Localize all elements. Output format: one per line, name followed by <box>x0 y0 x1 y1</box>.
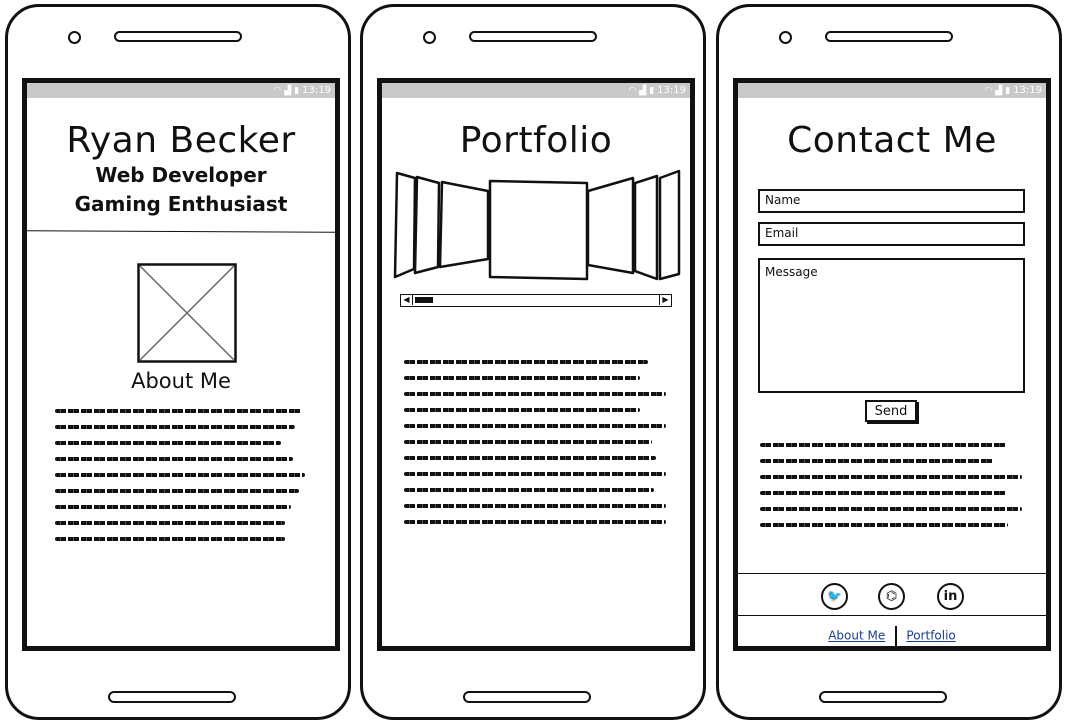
status-bar: ◠ ▟ ▮ 13:19 <box>382 83 690 98</box>
message-field[interactable]: Message <box>758 258 1025 393</box>
carousel-scrollbar[interactable]: ◀ ▶ <box>400 294 672 307</box>
email-field[interactable]: Email <box>758 222 1025 246</box>
signal-icon: ▟ <box>284 85 292 96</box>
message-placeholder: Message <box>765 265 818 279</box>
footer-link-separator <box>895 626 897 646</box>
signal-icon: ▟ <box>639 85 647 96</box>
name-field[interactable]: Name <box>758 189 1025 213</box>
status-time: 13:19 <box>657 85 686 96</box>
scroll-right-icon[interactable]: ▶ <box>659 295 671 305</box>
speaker-grille <box>469 31 597 42</box>
email-placeholder: Email <box>765 226 799 240</box>
page-title: Ryan Becker <box>66 120 296 161</box>
carousel-card-left-1 <box>438 180 490 269</box>
page-title: Contact Me <box>787 120 997 161</box>
screen-portfolio: ◠ ▟ ▮ 13:19 Portfolio ◀ ▶ <box>377 78 695 651</box>
screen-about: ◠ ▟ ▮ 13:19 Ryan Becker Web Developer Ga… <box>22 78 340 651</box>
header-divider <box>27 230 335 233</box>
home-bar <box>463 691 591 703</box>
carousel-card-center <box>488 179 589 281</box>
carousel-card-left-3 <box>393 171 417 279</box>
home-bar <box>819 691 947 703</box>
send-button[interactable]: Send <box>865 400 917 422</box>
scroll-thumb[interactable] <box>415 297 433 303</box>
portfolio-paragraph <box>404 360 674 536</box>
camera-icon <box>68 31 81 44</box>
phone-contact: ◠ ▟ ▮ 13:19 Contact Me Name Email Messag… <box>716 4 1062 720</box>
about-paragraph <box>55 409 305 553</box>
name-placeholder: Name <box>765 193 801 207</box>
status-time: 13:19 <box>1013 85 1042 96</box>
signal-icon: ▟ <box>995 85 1003 96</box>
camera-icon <box>779 31 792 44</box>
phone-portfolio: ◠ ▟ ▮ 13:19 Portfolio ◀ ▶ <box>360 4 706 720</box>
carousel-card-right-3 <box>658 169 681 281</box>
battery-icon: ▮ <box>294 85 300 96</box>
screen-contact: ◠ ▟ ▮ 13:19 Contact Me Name Email Messag… <box>733 78 1051 651</box>
tagline-primary: Web Developer <box>95 163 267 187</box>
footer-link-portfolio[interactable]: Portfolio <box>906 629 955 643</box>
camera-icon <box>423 31 436 44</box>
speaker-grille <box>825 31 953 42</box>
wifi-icon: ◠ <box>273 85 282 96</box>
status-bar: ◠ ▟ ▮ 13:19 <box>27 83 335 98</box>
status-bar: ◠ ▟ ▮ 13:19 <box>738 83 1046 98</box>
footer-divider-top <box>738 573 1046 574</box>
carousel-card-right-1 <box>586 176 635 275</box>
home-bar <box>108 691 236 703</box>
tagline-secondary: Gaming Enthusiast <box>74 192 288 216</box>
section-heading-about: About Me <box>131 369 231 393</box>
twitter-icon[interactable]: 🐦 <box>821 583 848 610</box>
github-icon[interactable]: ⌬ <box>878 583 905 610</box>
page-title: Portfolio <box>459 120 613 161</box>
cover-flow-carousel[interactable] <box>393 161 683 285</box>
phone-about: ◠ ▟ ▮ 13:19 Ryan Becker Web Developer Ga… <box>5 4 351 720</box>
footer-nav: About Me Portfolio <box>738 626 1046 646</box>
scroll-left-icon[interactable]: ◀ <box>401 295 413 305</box>
contact-paragraph <box>760 443 1030 539</box>
footer-divider-bottom <box>738 615 1046 616</box>
battery-icon: ▮ <box>649 85 655 96</box>
status-time: 13:19 <box>302 85 331 96</box>
battery-icon: ▮ <box>1005 85 1011 96</box>
wifi-icon: ◠ <box>628 85 637 96</box>
speaker-grille <box>114 31 242 42</box>
wifi-icon: ◠ <box>984 85 993 96</box>
linkedin-icon[interactable]: in <box>937 583 964 610</box>
carousel-card-left-2 <box>413 175 441 275</box>
footer-link-about[interactable]: About Me <box>828 629 885 643</box>
carousel-card-right-2 <box>633 174 659 281</box>
image-placeholder-icon <box>137 263 237 363</box>
